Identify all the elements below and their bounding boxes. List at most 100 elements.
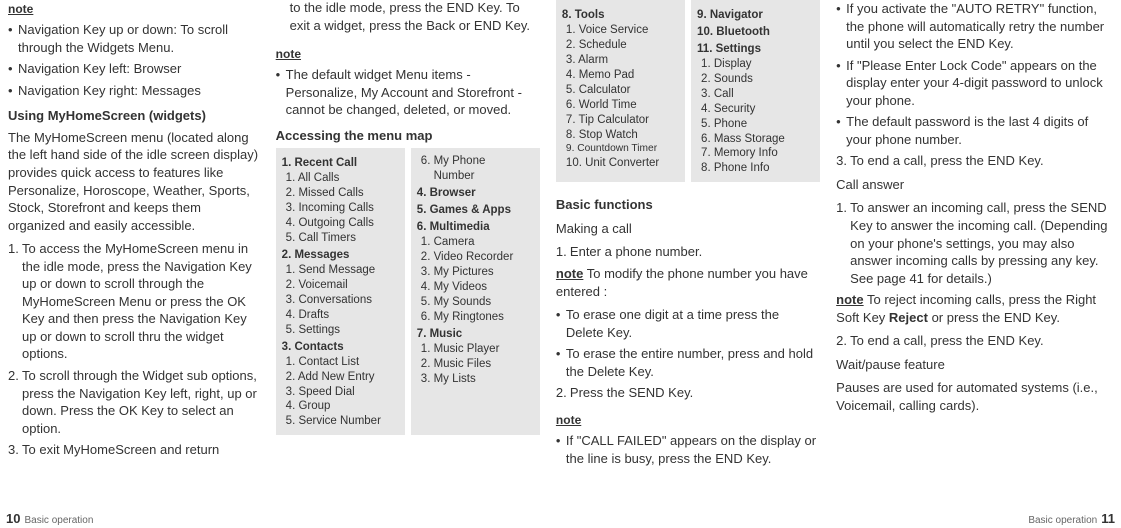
menu-item: 9. Countdown Timer — [562, 142, 679, 155]
note-text: To modify the phone number you have ente… — [556, 266, 808, 299]
col-3: 8. Tools 1. Voice Service 2. Schedule 3.… — [548, 0, 828, 528]
note-label: note — [8, 1, 33, 17]
menu-item: 2. Voicemail — [282, 278, 399, 293]
subheading-call-answer: Call answer — [836, 176, 1113, 194]
step-1: Enter a phone number. — [556, 243, 820, 261]
step-2: To end a call, press the END Key. — [836, 332, 1113, 350]
menu-map-right: 8. Tools 1. Voice Service 2. Schedule 3.… — [556, 0, 820, 182]
step-3: To exit MyHomeScreen and return — [8, 441, 260, 459]
menu-item: 2. Video Recorder — [417, 250, 534, 265]
menu-section-title: 1. Recent Call — [282, 156, 399, 171]
menu-item: Number — [417, 169, 534, 184]
menu-item: 2. Music Files — [417, 357, 534, 372]
menu-item: 4. Memo Pad — [562, 68, 679, 83]
menu-section-title: 5. Games & Apps — [417, 203, 534, 218]
step-2: Press the SEND Key. — [556, 384, 820, 402]
menu-map-left: 1. Recent Call 1. All Calls 2. Missed Ca… — [276, 148, 540, 435]
menu-section-title: 10. Bluetooth — [697, 25, 814, 40]
col-4: If you activate the "AUTO RETRY" functio… — [828, 0, 1121, 528]
menu-item: 8. Phone Info — [697, 161, 814, 176]
menu-item: 2. Sounds — [697, 72, 814, 87]
menu-item: 2. Add New Entry — [282, 370, 399, 385]
menu-section-title: 11. Settings — [697, 42, 814, 57]
footer-right: Basic operation 11 — [1028, 510, 1115, 528]
menu-item: 4. Drafts — [282, 308, 399, 323]
menu-item: 3. Call — [697, 87, 814, 102]
menu-item: 3. Speed Dial — [282, 385, 399, 400]
step-1: To answer an incoming call, press the SE… — [836, 199, 1113, 287]
menu-item: 7. Memory Info — [697, 146, 814, 161]
paragraph: The MyHomeScreen menu (located along the… — [8, 129, 260, 234]
menu-box-d: 9. Navigator 10. Bluetooth 11. Settings … — [691, 0, 820, 182]
menu-item: 5. Call Timers — [282, 231, 399, 246]
menu-item: 2. Schedule — [562, 38, 679, 53]
bullet: To erase the entire number, press and ho… — [556, 345, 820, 380]
menu-item: 6. Mass Storage — [697, 132, 814, 147]
menu-item: 3. Incoming Calls — [282, 201, 399, 216]
menu-item: 4. My Videos — [417, 280, 534, 295]
bullet: If you activate the "AUTO RETRY" functio… — [836, 0, 1113, 53]
menu-box-b: 6. My Phone Number 4. Browser 5. Games &… — [411, 148, 540, 435]
heading-basic-functions: Basic functions — [556, 196, 820, 214]
col-2: to the idle mode, press the END Key. To … — [268, 0, 548, 528]
step-1: To access the MyHomeScreen menu in the i… — [8, 240, 260, 363]
heading-widgets: Using MyHomeScreen (widgets) — [8, 107, 260, 125]
menu-item: 5. Calculator — [562, 83, 679, 98]
reject-label: Reject — [889, 310, 928, 325]
menu-item: 1. Music Player — [417, 342, 534, 357]
page-number: 10 — [6, 510, 20, 528]
menu-section-title: 6. Multimedia — [417, 220, 534, 235]
note-text-b: or press the END Key. — [928, 310, 1060, 325]
subheading-wait-pause: Wait/pause feature — [836, 356, 1113, 374]
footer-text: Basic operation — [1028, 514, 1097, 528]
bullet: Navigation Key right: Messages — [8, 82, 260, 100]
bullet: If "CALL FAILED" appears on the display … — [556, 432, 820, 467]
menu-item: 6. World Time — [562, 98, 679, 113]
menu-item: 6. My Ringtones — [417, 310, 534, 325]
menu-section-title: 4. Browser — [417, 186, 534, 201]
menu-item: 3. Alarm — [562, 53, 679, 68]
footer-text: Basic operation — [24, 514, 93, 528]
step-3: To end a call, press the END Key. — [836, 152, 1113, 170]
menu-item: 3. Conversations — [282, 293, 399, 308]
menu-item: 1. All Calls — [282, 171, 399, 186]
menu-item: 4. Group — [282, 399, 399, 414]
menu-item: 4. Security — [697, 102, 814, 117]
heading-menu-map: Accessing the menu map — [276, 127, 540, 145]
menu-section-title: 8. Tools — [562, 8, 679, 23]
bullet: The default password is the last 4 digit… — [836, 113, 1113, 148]
menu-item: 6. My Phone — [417, 154, 534, 169]
note-label: note — [276, 46, 301, 62]
note-inline: note To modify the phone number you have… — [556, 265, 820, 300]
bullet: Navigation Key up or down: To scroll thr… — [8, 21, 260, 56]
menu-item: 5. My Sounds — [417, 295, 534, 310]
menu-item: 3. My Lists — [417, 372, 534, 387]
menu-item: 5. Phone — [697, 117, 814, 132]
menu-section-title: 2. Messages — [282, 248, 399, 263]
menu-item: 3. My Pictures — [417, 265, 534, 280]
bullet: If "Please Enter Lock Code" appears on t… — [836, 57, 1113, 110]
bullet: To erase one digit at a time press the D… — [556, 306, 820, 341]
paragraph: Pauses are used for automated systems (i… — [836, 379, 1113, 414]
bullet: Navigation Key left: Browser — [8, 60, 260, 78]
col-1: note Navigation Key up or down: To scrol… — [0, 0, 268, 528]
continuation: to the idle mode, press the END Key. To … — [276, 0, 540, 34]
subheading-making-call: Making a call — [556, 220, 820, 238]
footer-left: 10 Basic operation — [6, 510, 93, 528]
page-number: 11 — [1101, 510, 1115, 528]
menu-item: 1. Camera — [417, 235, 534, 250]
menu-item: 1. Contact List — [282, 355, 399, 370]
menu-item: 1. Voice Service — [562, 23, 679, 38]
menu-item: 4. Outgoing Calls — [282, 216, 399, 231]
menu-item: 1. Send Message — [282, 263, 399, 278]
menu-item: 10. Unit Converter — [562, 156, 679, 171]
menu-item: 2. Missed Calls — [282, 186, 399, 201]
menu-section-title: 7. Music — [417, 327, 534, 342]
menu-item: 7. Tip Calculator — [562, 113, 679, 128]
menu-item: 5. Settings — [282, 323, 399, 338]
note-word: note — [836, 292, 863, 307]
menu-box-c: 8. Tools 1. Voice Service 2. Schedule 3.… — [556, 0, 685, 182]
menu-item: 5. Service Number — [282, 414, 399, 429]
note-label: note — [556, 412, 581, 428]
note-word: note — [556, 266, 583, 281]
